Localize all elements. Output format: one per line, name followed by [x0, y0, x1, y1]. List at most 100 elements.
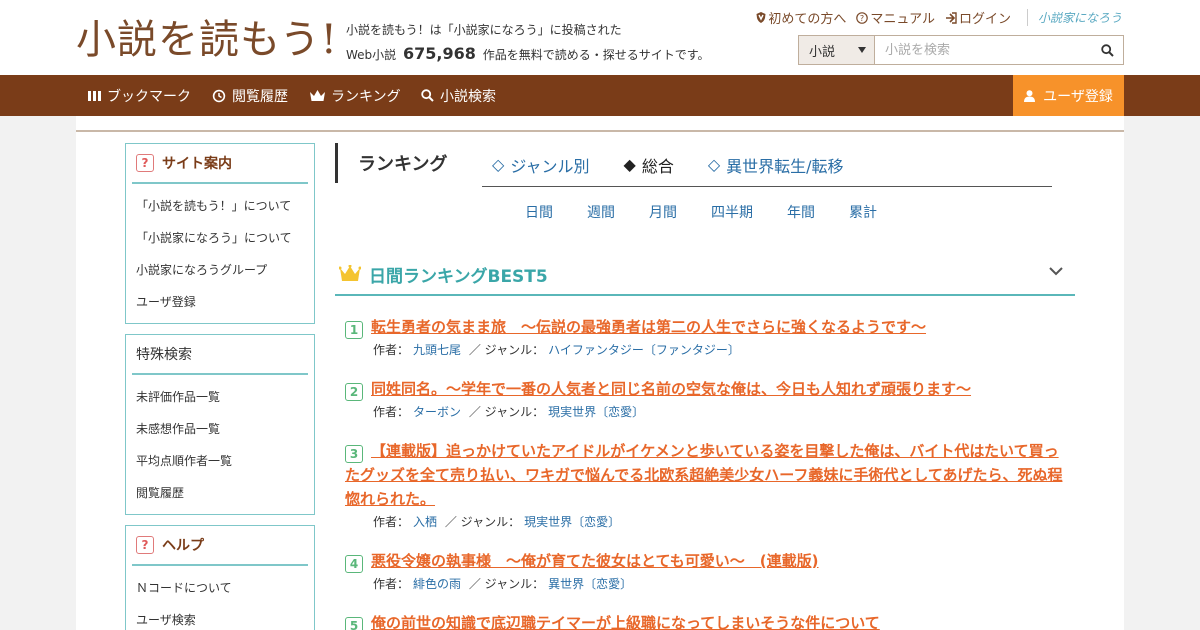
sister-site-logo[interactable]: 小説家になろう	[1026, 9, 1122, 26]
site-guide-heading: ? サイト案内	[132, 144, 308, 184]
entry-author[interactable]: 緋色の雨	[413, 577, 461, 591]
ranking-entry: 4 悪役令嬢の執事様 ～俺が育てた彼女はとても可愛い～ (連載版) 作者： 緋色の雨…	[345, 549, 1070, 595]
search-button[interactable]	[1091, 36, 1123, 64]
rank-badge: 2	[345, 383, 363, 401]
search-bar: 小説	[798, 35, 1124, 65]
list-item[interactable]: 未評価作品一覧	[136, 381, 314, 413]
tagline-line2: Web小説 675,968 作品を無料で読める・探せるサイトです。	[346, 42, 710, 67]
best5-heading[interactable]: 日間ランキングBEST5	[335, 254, 1075, 296]
period-cumulative[interactable]: 累計	[849, 202, 877, 222]
genre-label: ／ ジャンル：	[444, 515, 521, 529]
entry-title[interactable]: 【連載版】追っかけていたアイドルがイケメンと歩いている姿を目撃した俺は、バイト代…	[345, 442, 1062, 508]
entry-author[interactable]: ターボン	[413, 405, 461, 419]
nav-search[interactable]: 小説検索	[421, 75, 496, 116]
question-icon: ?	[136, 154, 154, 172]
entry-title[interactable]: 転生勇者の気まま旅 ～伝説の最強勇者は第二の人生でさらに強くなるようです～	[371, 318, 926, 336]
entry-author[interactable]: 九頭七尾	[413, 343, 461, 357]
tab-genre-label: ジャンル別	[510, 156, 590, 176]
entry-genre[interactable]: 現実世界〔恋愛〕	[548, 405, 644, 419]
entry-genre[interactable]: 異世界〔恋愛〕	[548, 577, 632, 591]
search-input[interactable]	[875, 36, 1091, 64]
entry-meta: 作者： 九頭七尾 ／ ジャンル： ハイファンタジー〔ファンタジー〕	[345, 339, 1070, 361]
tab-isekai[interactable]: ◇ 異世界転生/転移	[708, 153, 844, 177]
list-item[interactable]: Ｎコードについて	[136, 572, 314, 604]
ranking-entry: 5 俺の前世の知識で底辺職テイマーが上級職になってしまいそうな件について	[345, 611, 1070, 630]
site-logo[interactable]: 小説を読もう!	[76, 14, 338, 66]
nav-ranking-label: ランキング	[331, 88, 401, 105]
period-monthly[interactable]: 月間	[649, 202, 711, 222]
special-search-title: 特殊検索	[136, 347, 192, 363]
tab-genre[interactable]: ◇ ジャンル別	[492, 153, 590, 177]
bookmark-icon	[88, 91, 101, 101]
entry-title-row[interactable]: 5 俺の前世の知識で底辺職テイマーが上級職になってしまいそうな件について	[345, 611, 1070, 630]
search-type-value: 小説	[809, 44, 836, 60]
help-circle-icon: ?	[856, 11, 869, 24]
diamond-filled-icon: ◆	[623, 155, 636, 174]
register-label: ユーザ登録	[1043, 88, 1113, 105]
novel-count: 675,968	[403, 44, 476, 63]
list-item[interactable]: ユーザ検索	[136, 604, 314, 630]
nav-ranking[interactable]: ランキング	[310, 75, 401, 116]
crown-icon	[339, 265, 361, 281]
ranking-entry: 1 転生勇者の気まま旅 ～伝説の最強勇者は第二の人生でさらに強くなるようです～ 作…	[345, 315, 1070, 361]
search-type-select[interactable]: 小説	[799, 36, 875, 64]
list-item[interactable]: ユーザ登録	[136, 286, 314, 318]
period-weekly[interactable]: 週間	[587, 202, 649, 222]
register-button[interactable]: ユーザ登録	[1013, 75, 1124, 116]
entry-genre[interactable]: 現実世界〔恋愛〕	[524, 515, 620, 529]
site-guide-list: 「小説を読もう！」について 「小説家になろう」について 小説家になろうグループ …	[126, 184, 314, 320]
entry-author[interactable]: 入栖	[413, 515, 437, 529]
author-label: 作者：	[373, 405, 410, 419]
ranking-title: ランキング	[358, 154, 448, 175]
svg-text:?: ?	[860, 14, 864, 23]
entry-title-row[interactable]: 3 【連載版】追っかけていたアイドルがイケメンと歩いている姿を目撃した俺は、バイト…	[345, 439, 1070, 511]
entry-title[interactable]: 俺の前世の知識で底辺職テイマーが上級職になってしまいそうな件について	[371, 614, 880, 630]
tagline-suffix: 作品を無料で読める・探せるサイトです。	[482, 48, 710, 62]
entry-title-row[interactable]: 4 悪役令嬢の執事様 ～俺が育てた彼女はとても可愛い～ (連載版)	[345, 549, 1070, 573]
login-link-label: ログイン	[958, 12, 1011, 27]
tagline-line1: 小説を読もう！は「小説家になろう」に投稿された	[346, 23, 622, 37]
login-icon	[945, 11, 957, 24]
period-daily[interactable]: 日間	[525, 202, 587, 222]
list-item[interactable]: 「小説家になろう」について	[136, 222, 314, 254]
tab-overall-label: 総合	[641, 156, 674, 176]
nav-search-label: 小説検索	[440, 88, 496, 105]
entry-title[interactable]: 悪役令嬢の執事様 ～俺が育てた彼女はとても可愛い～ (連載版)	[371, 552, 819, 570]
user-icon	[1024, 89, 1036, 102]
list-item[interactable]: 小説家になろうグループ	[136, 254, 314, 286]
nav-bookmark[interactable]: ブックマーク	[88, 75, 191, 116]
chevron-down-icon[interactable]	[1049, 266, 1063, 276]
best5-title: 日間ランキングBEST5	[369, 266, 548, 287]
author-label: 作者：	[373, 577, 410, 591]
entry-genre[interactable]: ハイファンタジー〔ファンタジー〕	[548, 343, 740, 357]
nav-history[interactable]: 閲覧履歴	[212, 75, 288, 116]
list-item[interactable]: 未感想作品一覧	[136, 413, 314, 445]
question-icon: ?	[136, 536, 154, 554]
entry-title-row[interactable]: 1 転生勇者の気まま旅 ～伝説の最強勇者は第二の人生でさらに強くなるようです～	[345, 315, 1070, 339]
help-heading: ? ヘルプ	[132, 526, 308, 566]
beginner-link[interactable]: 初めての方へ	[756, 8, 846, 27]
author-label: 作者：	[373, 515, 410, 529]
list-item[interactable]: 「小説を読もう！」について	[136, 190, 314, 222]
rank-badge: 4	[345, 555, 363, 573]
author-label: 作者：	[373, 343, 410, 357]
help-box: ? ヘルプ Ｎコードについて ユーザ検索	[125, 525, 315, 630]
beginner-link-label: 初めての方へ	[768, 12, 847, 27]
site-tagline: 小説を読もう！は「小説家になろう」に投稿された Web小説 675,968 作品…	[346, 18, 710, 67]
ranking-entry: 3 【連載版】追っかけていたアイドルがイケメンと歩いている姿を目撃した俺は、バイト…	[345, 439, 1070, 533]
site-header: 小説を読もう! 小説を読もう！は「小説家になろう」に投稿された Web小説 67…	[0, 0, 1200, 75]
site-guide-box: ? サイト案内 「小説を読もう！」について 「小説家になろう」について 小説家に…	[125, 143, 315, 324]
help-title: ヘルプ	[162, 538, 204, 554]
special-search-list: 未評価作品一覧 未感想作品一覧 平均点順作者一覧 閲覧履歴	[126, 375, 314, 511]
tab-overall[interactable]: ◆ 総合	[624, 153, 674, 177]
manual-link[interactable]: ? マニュアル	[856, 8, 935, 27]
entry-title[interactable]: 同姓同名。～学年で一番の人気者と同じ名前の空気な俺は、今日も人知れず頑張ります～	[371, 380, 971, 398]
period-yearly[interactable]: 年間	[787, 202, 849, 222]
list-item[interactable]: 閲覧履歴	[136, 477, 314, 509]
entry-title-row[interactable]: 2 同姓同名。～学年で一番の人気者と同じ名前の空気な俺は、今日も人知れず頑張ります…	[345, 377, 1070, 401]
period-quarterly[interactable]: 四半期	[711, 202, 787, 222]
entry-meta: 作者： 入栖 ／ ジャンル： 現実世界〔恋愛〕	[345, 511, 1070, 533]
rank-badge: 3	[345, 445, 363, 463]
list-item[interactable]: 平均点順作者一覧	[136, 445, 314, 477]
login-link[interactable]: ログイン	[945, 8, 1011, 27]
